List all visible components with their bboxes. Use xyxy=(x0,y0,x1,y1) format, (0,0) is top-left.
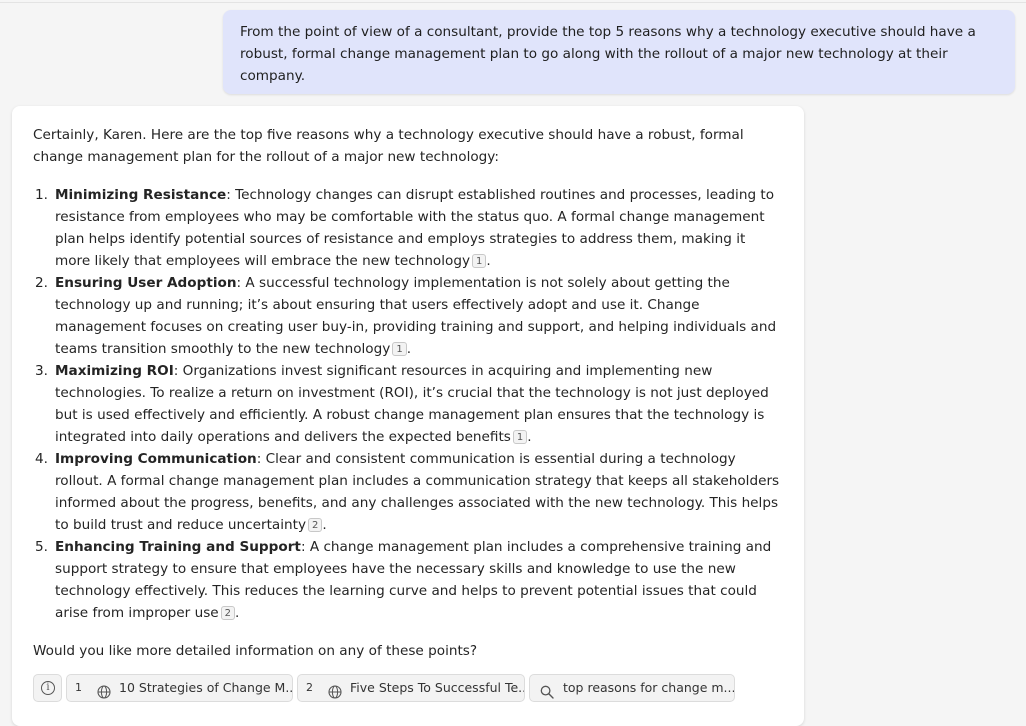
source-chip-1[interactable]: 1 10 Strategies of Change M... xyxy=(66,674,293,702)
assistant-response-card: Certainly, Karen. Here are the top five … xyxy=(12,106,804,726)
list-item-number: 3. xyxy=(35,363,48,379)
citation-badge[interactable]: 1 xyxy=(512,430,528,444)
reasons-list: 1. Minimizing Resistance: Technology chan… xyxy=(33,184,784,624)
source-index: 2 xyxy=(306,681,313,694)
user-message-bubble: From the point of view of a consultant, … xyxy=(223,10,1015,94)
response-outro: Would you like more detailed information… xyxy=(33,643,478,659)
list-item-number: 4. xyxy=(35,451,48,467)
citation-badge[interactable]: 2 xyxy=(220,606,236,620)
list-item-number: 2. xyxy=(35,275,48,291)
reason-end: . xyxy=(322,517,327,533)
citation-badge[interactable]: 2 xyxy=(308,518,323,532)
reason-title: Ensuring User Adoption xyxy=(55,275,237,291)
top-divider xyxy=(0,2,1026,3)
list-item: 3. Maximizing ROI: Organizations invest s… xyxy=(33,360,784,448)
reason-title: Enhancing Training and Support xyxy=(55,539,301,555)
list-item: 1. Minimizing Resistance: Technology chan… xyxy=(33,184,784,272)
list-item: 4. Improving Communication: Clear and con… xyxy=(33,448,784,536)
reason-end: . xyxy=(235,605,240,621)
source-chip-2[interactable]: 2 Five Steps To Successful Te... xyxy=(297,674,525,702)
reason-title: Minimizing Resistance xyxy=(55,187,227,203)
reason-end: . xyxy=(527,429,532,445)
source-chips-row: i 1 10 Strategies of Change M... 2 Five … xyxy=(33,674,793,702)
reason-end: . xyxy=(486,253,491,269)
search-query-chip[interactable]: top reasons for change m... xyxy=(529,674,735,702)
citation-badge[interactable]: 1 xyxy=(472,254,487,268)
reason-end: . xyxy=(406,341,412,357)
globe-icon xyxy=(97,682,111,701)
source-label: Five Steps To Successful Te... xyxy=(350,680,525,695)
reason-title: Maximizing ROI xyxy=(55,363,174,379)
source-label: 10 Strategies of Change M... xyxy=(119,680,293,695)
list-item-number: 1. xyxy=(35,187,48,203)
list-item: 5. Enhancing Training and Support: A chan… xyxy=(33,536,784,624)
search-icon xyxy=(540,682,554,701)
response-intro: Certainly, Karen. Here are the top five … xyxy=(33,127,744,165)
info-button[interactable]: i xyxy=(33,674,62,702)
list-item-number: 5. xyxy=(35,539,48,555)
globe-icon xyxy=(328,682,342,701)
list-item: 2. Ensuring User Adoption: A successful t… xyxy=(33,272,784,360)
citation-badge[interactable]: 1 xyxy=(392,342,407,356)
search-query-label: top reasons for change m... xyxy=(563,680,735,695)
user-message-text: From the point of view of a consultant, … xyxy=(240,24,976,84)
source-index: 1 xyxy=(75,681,82,694)
reason-title: Improving Communication xyxy=(55,451,257,467)
info-icon: i xyxy=(41,681,55,695)
